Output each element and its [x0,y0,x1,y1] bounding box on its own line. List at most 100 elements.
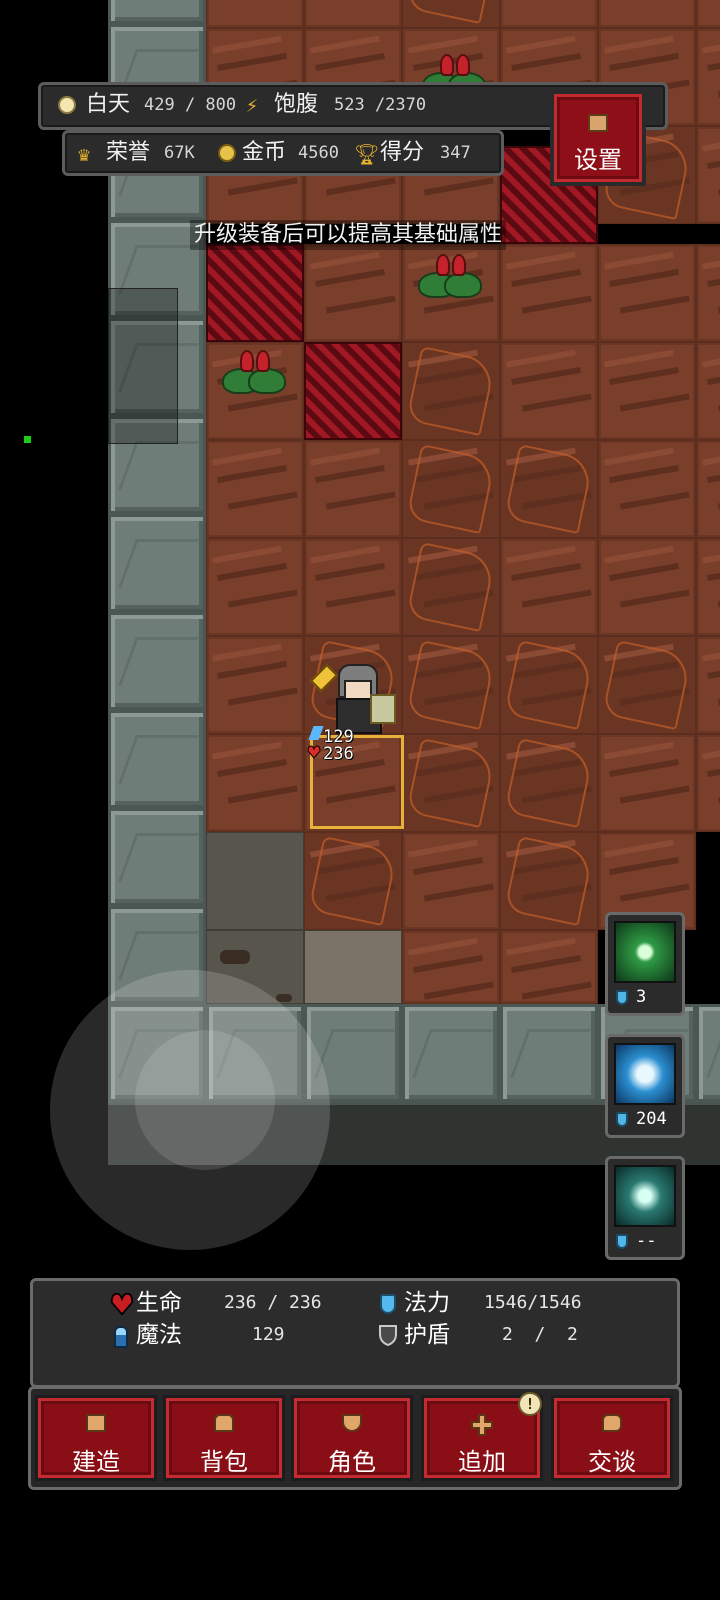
hp-label: 生命 [136,1290,182,1316]
floor-tile [402,538,500,636]
skill-shield[interactable]: -- [605,1156,685,1260]
talk-label: 交谈 [588,1448,636,1476]
mana-flask-icon [616,1234,628,1249]
shield-small-icon [378,1324,398,1347]
settings-label: 设置 [574,146,622,174]
floor-tile [402,734,500,832]
shield-icon [614,1165,676,1227]
day-value: 429 / 800 [144,95,237,115]
gold-coin-icon [218,144,236,162]
add-label: 追加 [458,1448,506,1476]
hunger-label: 饱腹 [274,92,319,117]
wall-tile [108,710,206,808]
wall-tile [108,514,206,612]
wall-tile [696,1004,720,1102]
lava-tile [206,244,304,342]
honor-value: 67K [164,143,195,163]
potion-icon [380,1294,396,1314]
floor-tile [304,0,402,28]
floor-tile [500,832,598,930]
skill-cost: 3 [636,987,647,1007]
floor-tile [500,440,598,538]
floor-tile [304,440,402,538]
day-label: 白天 [86,92,131,117]
hammer-icon [86,1414,106,1432]
floor-tile [402,930,500,1004]
crown-icon: ♛ [78,142,91,166]
floor-tile [402,0,500,28]
mana-flask-icon [616,990,628,1005]
floor-tile [696,244,720,342]
rubble-tile [206,832,304,930]
floor-tile [402,636,500,734]
floor-tile [598,342,696,440]
talk-button[interactable]: 交谈 [551,1395,673,1481]
bag-icon [214,1414,234,1432]
hammer-icon [588,114,608,132]
speech-bubble-icon [602,1414,622,1432]
floor-tile [696,734,720,832]
holy-cross-icon [614,921,676,983]
hp-value: 236 / 236 [224,1292,322,1313]
trophy-icon: 🏆︎ [354,142,380,166]
floor-tile [500,0,598,28]
floor-tile [206,734,304,832]
hero-hp-value: 236 [323,744,354,764]
floor-tile [696,342,720,440]
wall-tile [108,808,206,906]
floor-tile [304,538,402,636]
mp-value: 1546/1546 [484,1292,582,1313]
hunger-icon: ⚡ [246,93,259,117]
floor-tile [500,636,598,734]
mana-flask-icon [616,1112,628,1127]
rock-debris [220,950,250,964]
floor-tile [696,636,720,734]
honor-label: 荣誉 [106,140,151,165]
settings-button[interactable]: 设置 [550,90,646,186]
floor-tile [402,440,500,538]
joystick-knob[interactable] [135,1030,275,1170]
build-label: 建造 [72,1448,120,1476]
floor-tile [696,0,720,28]
magic-label: 魔法 [136,1322,182,1348]
minimap-indicator [24,436,31,443]
floor-tile [206,440,304,538]
magic-icon [114,1326,128,1348]
floor-tile [304,832,402,930]
heart-icon [110,1292,134,1316]
wall-tile [500,1004,598,1102]
skill-cost: -- [636,1231,657,1251]
floor-tile [696,28,720,126]
shield-label: 护盾 [404,1322,450,1348]
bag-button[interactable]: 背包 [163,1395,285,1481]
build-button[interactable]: 建造 [35,1395,157,1481]
floor-tile [500,342,598,440]
floor-tile [598,440,696,538]
bottom-nav: 建造 背包 角色 追加 交谈 [28,1386,682,1490]
character-shield-icon [342,1414,362,1432]
floor-tile [500,538,598,636]
lava-tile [304,342,402,440]
floor-tile [500,244,598,342]
floor-tile [304,244,402,342]
wall-tile [108,0,206,24]
ice-burst-icon [614,1043,676,1105]
character-button[interactable]: 角色 [291,1395,413,1481]
rubble-tile [304,930,402,1004]
wall-tile [402,1004,500,1102]
hunger-value: 523 /2370 [334,95,427,115]
floor-tile [206,538,304,636]
floor-tile [598,0,696,28]
bag-label: 背包 [200,1448,248,1476]
wall-tile [108,612,206,710]
character-label: 角色 [328,1448,376,1476]
floor-tile [402,342,500,440]
fog-shade [108,288,178,444]
skill-holy-cross[interactable]: 3 [605,912,685,1016]
skill-ice-shield[interactable]: 204 [605,1034,685,1138]
heart-icon [307,744,321,759]
floor-tile [696,440,720,538]
sun-icon [58,96,76,114]
floor-tile [500,930,598,1004]
plus-icon [471,1414,493,1436]
